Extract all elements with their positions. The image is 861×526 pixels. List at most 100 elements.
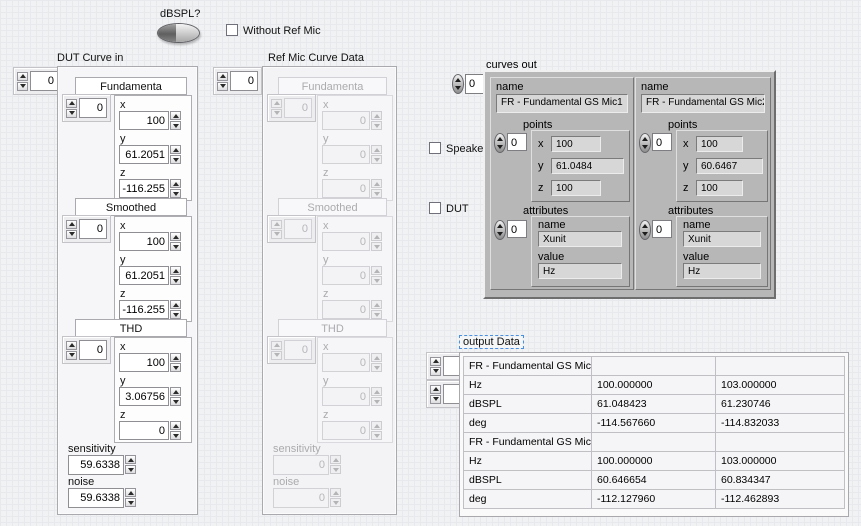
x-value-field[interactable]: 100 <box>119 111 169 130</box>
decrement-button[interactable] <box>125 465 136 474</box>
y-value-field[interactable]: 60.6467 <box>696 158 763 174</box>
curve-name-field[interactable]: FR - Fundamental GS Mic1 <box>496 94 628 113</box>
points-index-spinner[interactable] <box>494 133 506 153</box>
decrement-button[interactable] <box>455 86 461 90</box>
decrement-button[interactable] <box>66 109 77 118</box>
increment-button[interactable] <box>642 137 648 141</box>
table-cell[interactable] <box>592 433 716 452</box>
decrement-button[interactable] <box>66 351 77 360</box>
y-spinner[interactable] <box>170 266 181 285</box>
index-spinner[interactable] <box>66 99 77 118</box>
points-index-value[interactable]: 0 <box>507 133 527 151</box>
x-spinner[interactable] <box>170 232 181 251</box>
increment-button[interactable] <box>170 145 181 154</box>
attr-name-field[interactable]: Xunit <box>538 231 622 247</box>
z-value-field[interactable]: 0 <box>119 421 169 440</box>
increment-button[interactable] <box>170 111 181 120</box>
table-cell[interactable]: deg <box>464 414 592 433</box>
index-spinner[interactable] <box>66 341 77 360</box>
y-spinner[interactable] <box>170 387 181 406</box>
table-cell[interactable]: 61.230746 <box>716 395 845 414</box>
index-spinner[interactable] <box>66 220 77 239</box>
array-index-value[interactable]: 0 <box>79 340 107 360</box>
table-cell[interactable]: 60.646654 <box>592 471 716 490</box>
decrement-button[interactable] <box>170 121 181 130</box>
attributes-index-spinner[interactable] <box>639 220 651 240</box>
table-cell[interactable] <box>716 433 845 452</box>
decrement-button[interactable] <box>17 82 28 91</box>
without-ref-mic-checkbox[interactable] <box>226 24 238 36</box>
decrement-button[interactable] <box>170 431 181 440</box>
attributes-index-value[interactable]: 0 <box>507 220 527 238</box>
index-spinner[interactable] <box>430 385 441 404</box>
increment-button[interactable] <box>430 385 441 394</box>
decrement-button[interactable] <box>170 276 181 285</box>
increment-button[interactable] <box>170 179 181 188</box>
increment-button[interactable] <box>497 137 503 141</box>
array-index-value[interactable]: 0 <box>79 219 107 239</box>
dbspl-toggle-switch[interactable] <box>157 23 200 43</box>
table-cell[interactable]: Hz <box>464 452 592 471</box>
attributes-index-value[interactable]: 0 <box>652 220 672 238</box>
table-cell[interactable]: 103.000000 <box>716 376 845 395</box>
sensitivity-spinner[interactable] <box>125 455 136 474</box>
decrement-button[interactable] <box>125 498 136 507</box>
increment-button[interactable] <box>17 72 28 81</box>
increment-button[interactable] <box>170 387 181 396</box>
decrement-button[interactable] <box>170 155 181 164</box>
index-spinner[interactable] <box>17 72 28 91</box>
decrement-button[interactable] <box>170 310 181 319</box>
table-cell[interactable]: -114.567660 <box>592 414 716 433</box>
decrement-button[interactable] <box>430 395 441 404</box>
decrement-button[interactable] <box>497 232 503 236</box>
z-spinner[interactable] <box>170 179 181 198</box>
increment-button[interactable] <box>170 266 181 275</box>
table-cell[interactable]: 60.834347 <box>716 471 845 490</box>
index-spinner[interactable] <box>430 357 441 376</box>
table-cell[interactable]: FR - Fundamental GS Mic1 <box>464 357 592 376</box>
decrement-button[interactable] <box>642 232 648 236</box>
z-value-field[interactable]: 100 <box>696 180 743 196</box>
table-cell[interactable]: 100.000000 <box>592 376 716 395</box>
table-cell[interactable]: 103.000000 <box>716 452 845 471</box>
attr-name-field[interactable]: Xunit <box>683 231 761 247</box>
decrement-button[interactable] <box>497 145 503 149</box>
ref-array-index-value[interactable]: 0 <box>230 71 258 91</box>
noise-spinner[interactable] <box>125 488 136 507</box>
decrement-button[interactable] <box>217 82 228 91</box>
y-value-field[interactable]: 61.2051 <box>119 145 169 164</box>
decrement-button[interactable] <box>170 397 181 406</box>
table-cell[interactable] <box>592 357 716 376</box>
x-value-field[interactable]: 100 <box>696 136 743 152</box>
decrement-button[interactable] <box>430 367 441 376</box>
array-index-value[interactable]: 0 <box>79 98 107 118</box>
table-cell[interactable]: -114.832033 <box>716 414 845 433</box>
increment-button[interactable] <box>66 341 77 350</box>
increment-button[interactable] <box>170 421 181 430</box>
decrement-button[interactable] <box>642 145 648 149</box>
dut-array-index-value[interactable]: 0 <box>30 71 58 91</box>
increment-button[interactable] <box>66 99 77 108</box>
increment-button[interactable] <box>125 488 136 497</box>
table-cell[interactable]: -112.462893 <box>716 490 845 509</box>
decrement-button[interactable] <box>170 242 181 251</box>
attributes-index-spinner[interactable] <box>494 220 506 240</box>
speaker-checkbox[interactable] <box>429 142 441 154</box>
table-cell[interactable]: 100.000000 <box>592 452 716 471</box>
increment-button[interactable] <box>642 224 648 228</box>
table-cell[interactable]: dBSPL <box>464 471 592 490</box>
y-value-field[interactable]: 61.0484 <box>551 158 624 174</box>
increment-button[interactable] <box>66 220 77 229</box>
increment-button[interactable] <box>170 232 181 241</box>
attr-value-field[interactable]: Hz <box>538 263 622 279</box>
points-index-spinner[interactable] <box>639 133 651 153</box>
decrement-button[interactable] <box>170 189 181 198</box>
increment-button[interactable] <box>455 78 461 82</box>
table-cell[interactable]: deg <box>464 490 592 509</box>
y-value-field[interactable]: 61.2051 <box>119 266 169 285</box>
curves-out-index-spinner[interactable] <box>452 74 464 94</box>
table-cell[interactable]: -112.127960 <box>592 490 716 509</box>
x-value-field[interactable]: 100 <box>119 353 169 372</box>
decrement-button[interactable] <box>170 363 181 372</box>
x-value-field[interactable]: 100 <box>551 136 601 152</box>
